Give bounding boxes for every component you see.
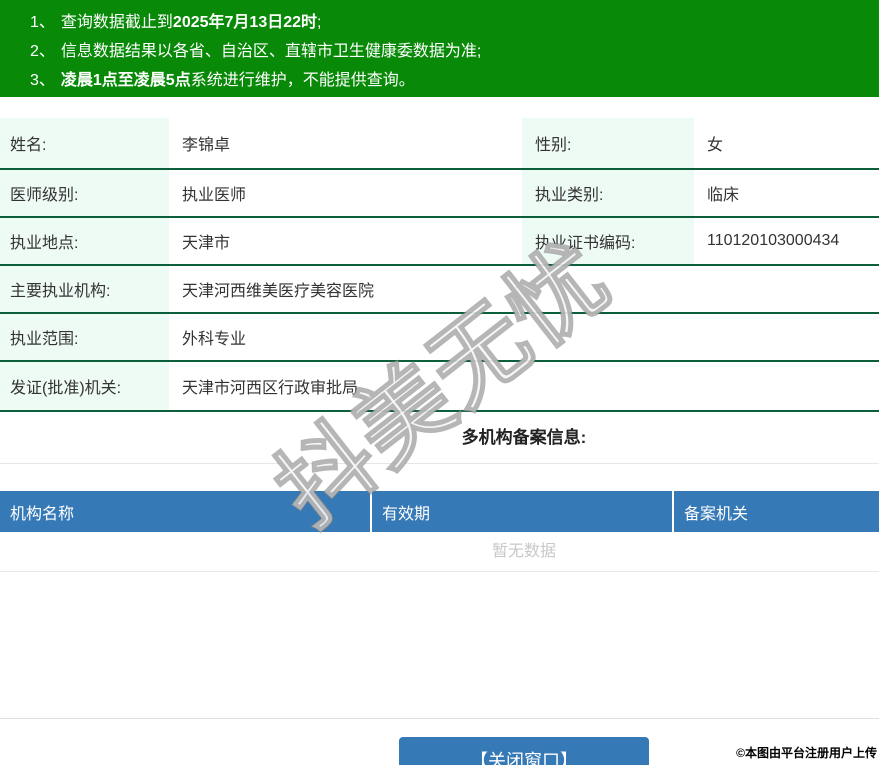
- doctor-info-table: 姓名: 李锦卓 性别: 女 医师级别: 执业医师 执业类别: 临床 执业地点: …: [0, 118, 879, 412]
- doctor-level-value: 执业医师: [182, 187, 247, 204]
- filing-table-empty-state: 暂无数据: [0, 532, 879, 572]
- doctor-license-result-page: 1、 查询数据截止到2025年7月13日22时; 2、 信息数据结果以各省、自治区、…: [0, 0, 879, 765]
- filing-table-header: 机构名称 有效期 备案机关: [0, 491, 879, 532]
- notice-line-3-bold: 凌晨1点至凌晨5点: [60, 72, 191, 89]
- notice-line-3-suffix: 系统进行维护，不能提供查询。: [190, 72, 415, 89]
- close-window-button[interactable]: 【关闭窗口】: [399, 737, 649, 765]
- notice-banner: 1、 查询数据截止到2025年7月13日22时; 2、 信息数据结果以各省、自治区、…: [0, 0, 879, 97]
- notice-line-1-text: 查询数据截止到: [60, 14, 173, 31]
- name-value: 李锦卓: [182, 137, 231, 154]
- practice-type-value: 临床: [707, 187, 740, 204]
- column-header-validity-period: 有效期: [372, 491, 674, 532]
- name-label: 姓名:: [0, 118, 169, 168]
- practice-location-value: 天津市: [182, 235, 231, 252]
- issuing-authority-value: 天津市河西区行政审批局: [182, 380, 359, 397]
- primary-institution-value: 天津河西维美医疗美容医院: [182, 283, 375, 300]
- table-row: 执业地点: 天津市 执业证书编码: 110120103000434: [0, 218, 879, 266]
- notice-line-1-bold: 2025年7月13日22时: [172, 14, 318, 31]
- doctor-level-label: 医师级别:: [0, 170, 169, 216]
- notice-line-1-suffix: ;: [317, 14, 322, 31]
- upload-caption: ©本图由平台注册用户上传: [736, 746, 877, 760]
- column-header-filing-authority: 备案机关: [684, 505, 749, 523]
- practice-scope-label: 执业范围:: [0, 314, 169, 360]
- table-row: 执业范围: 外科专业: [0, 314, 879, 362]
- table-row: 发证(批准)机关: 天津市河西区行政审批局: [0, 362, 879, 412]
- column-header-institution-name: 机构名称: [0, 491, 372, 532]
- bottom-divider: [0, 572, 879, 719]
- multi-institution-section-title: 多机构备案信息:: [0, 412, 879, 464]
- table-row: 医师级别: 执业医师 执业类别: 临床: [0, 170, 879, 218]
- notice-line-2-number: 2、: [30, 43, 55, 60]
- notice-line-1-number: 1、: [30, 14, 55, 31]
- certificate-number-value: 110120103000434: [707, 232, 840, 249]
- gender-value: 女: [707, 137, 724, 154]
- table-row: 姓名: 李锦卓 性别: 女: [0, 118, 879, 170]
- notice-line-3: 3、 凌晨1点至凌晨5点系统进行维护，不能提供查询。: [30, 66, 869, 95]
- practice-location-label: 执业地点:: [0, 218, 169, 264]
- notice-line-3-number: 3、: [30, 72, 55, 89]
- issuing-authority-label: 发证(批准)机关:: [0, 362, 169, 410]
- primary-institution-label: 主要执业机构:: [0, 266, 169, 312]
- notice-line-2: 2、 信息数据结果以各省、自治区、直辖市卫生健康委数据为准;: [30, 37, 869, 66]
- practice-type-label: 执业类别:: [522, 170, 694, 216]
- gender-label: 性别:: [522, 118, 694, 168]
- practice-scope-value: 外科专业: [182, 331, 247, 348]
- table-row: 主要执业机构: 天津河西维美医疗美容医院: [0, 266, 879, 314]
- notice-line-2-text: 信息数据结果以各省、自治区、直辖市卫生健康委数据为准;: [60, 43, 482, 60]
- notice-line-1: 1、 查询数据截止到2025年7月13日22时;: [30, 8, 869, 37]
- certificate-number-label: 执业证书编码:: [522, 218, 694, 264]
